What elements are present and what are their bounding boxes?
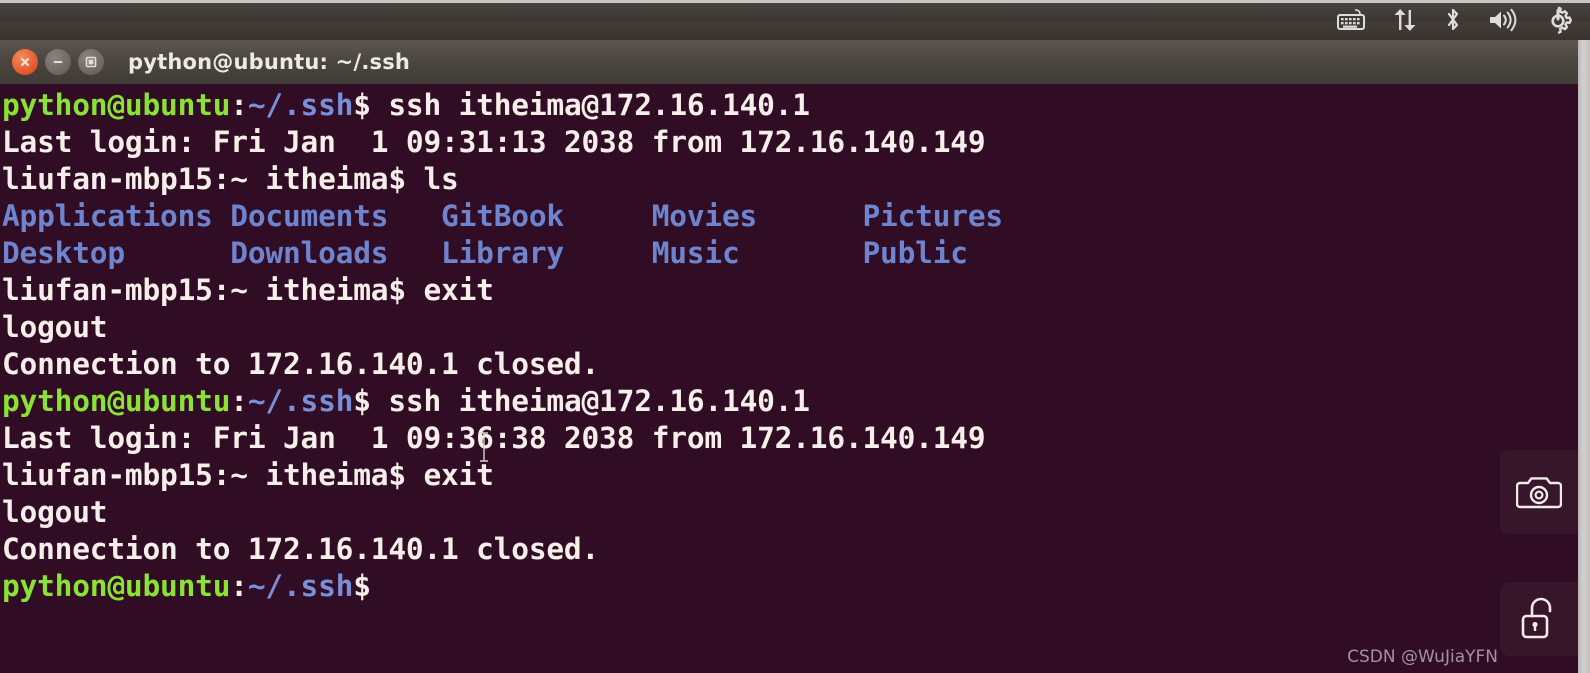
remote-prompt: liufan-mbp15:~ itheima$ xyxy=(2,273,406,307)
terminal-line: Connection to 172.16.140.1 closed. xyxy=(2,347,600,381)
desktop-right-edge-strip xyxy=(1578,40,1590,673)
terminal-command: ls xyxy=(405,162,459,196)
terminal-line: logout xyxy=(2,310,108,344)
prompt-colon: : xyxy=(230,384,248,418)
remote-prompt: liufan-mbp15:~ itheima$ xyxy=(2,162,406,196)
prompt-user-host: python@ubuntu xyxy=(2,88,231,122)
terminal-line: python@ubuntu:~/.ssh$ ssh itheima@172.16… xyxy=(2,383,1578,420)
window-title: python@ubuntu: ~/.ssh xyxy=(128,50,411,74)
system-tray xyxy=(1336,5,1590,38)
close-window-button[interactable] xyxy=(12,49,38,75)
terminal-line: Last login: Fri Jan 1 09:31:13 2038 from… xyxy=(2,125,986,159)
terminal-line: liufan-mbp15:~ itheima$ exit xyxy=(2,457,1578,494)
terminal-command: exit xyxy=(405,273,494,307)
prompt-sigil: $ xyxy=(353,569,371,603)
maximize-window-button[interactable] xyxy=(78,49,104,75)
prompt-sigil: $ xyxy=(353,384,371,418)
directory-listing-row: Applications Documents GitBook Movies Pi… xyxy=(2,199,1003,233)
directory-listing-row: Desktop Downloads Library Music Public xyxy=(2,236,968,270)
prompt-user-host: python@ubuntu xyxy=(2,569,231,603)
terminal-line: python@ubuntu:~/.ssh$ xyxy=(2,568,1578,605)
prompt-colon: : xyxy=(230,88,248,122)
desktop-screen: python@ubuntu: ~/.ssh python@ubuntu:~/.s… xyxy=(0,0,1590,673)
terminal-line: Connection to 172.16.140.1 closed. xyxy=(2,532,600,566)
terminal-output-area[interactable]: python@ubuntu:~/.ssh$ ssh itheima@172.16… xyxy=(0,84,1578,673)
terminal-command: ssh itheima@172.16.140.1 xyxy=(370,384,810,418)
watermark-text: CSDN @WuJiaYFN xyxy=(1347,647,1498,667)
terminal-window: python@ubuntu: ~/.ssh python@ubuntu:~/.s… xyxy=(0,40,1578,673)
terminal-line: python@ubuntu:~/.ssh$ ssh itheima@172.16… xyxy=(2,87,1578,124)
keyboard-indicator-icon[interactable] xyxy=(1336,8,1366,36)
terminal-line: Last login: Fri Jan 1 09:36:38 2038 from… xyxy=(2,421,986,455)
unlocked-padlock-icon[interactable] xyxy=(1500,582,1578,656)
remote-prompt: liufan-mbp15:~ itheima$ xyxy=(2,458,406,492)
bluetooth-icon[interactable] xyxy=(1444,7,1462,37)
unity-top-panel xyxy=(0,0,1590,40)
prompt-sigil: $ xyxy=(353,88,371,122)
terminal-command: ssh itheima@172.16.140.1 xyxy=(370,88,810,122)
prompt-path: ~/.ssh xyxy=(247,569,354,603)
prompt-user-host: python@ubuntu xyxy=(2,384,231,418)
window-titlebar[interactable]: python@ubuntu: ~/.ssh xyxy=(0,40,1578,84)
window-controls xyxy=(0,49,104,75)
system-settings-gear-icon[interactable] xyxy=(1544,5,1572,38)
terminal-line: liufan-mbp15:~ itheima$ ls xyxy=(2,161,1578,198)
terminal-command: exit xyxy=(405,458,494,492)
camera-icon[interactable] xyxy=(1500,450,1578,534)
prompt-colon: : xyxy=(230,569,248,603)
terminal-line: liufan-mbp15:~ itheima$ exit xyxy=(2,272,1578,309)
prompt-path: ~/.ssh xyxy=(247,384,354,418)
prompt-path: ~/.ssh xyxy=(247,88,354,122)
network-transfer-icon[interactable] xyxy=(1392,8,1418,36)
terminal-line: logout xyxy=(2,495,108,529)
volume-icon[interactable] xyxy=(1488,8,1518,36)
minimize-window-button[interactable] xyxy=(45,49,71,75)
